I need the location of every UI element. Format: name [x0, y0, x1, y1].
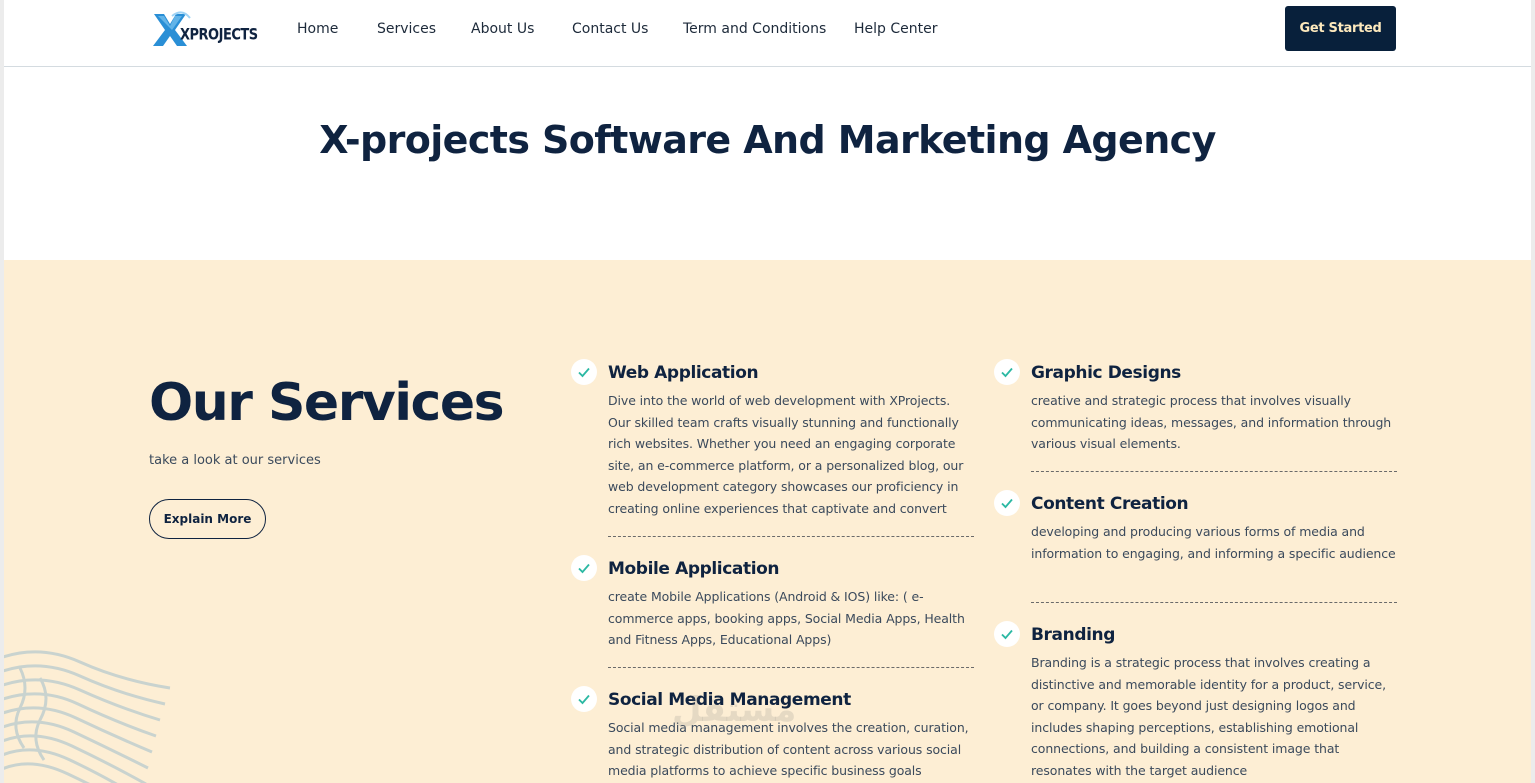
service-item-description: create Mobile Applications (Android & IO…	[608, 589, 965, 648]
services-title: Our Services	[149, 373, 505, 433]
service-item-branding: Branding Branding is a strategic process…	[994, 621, 1397, 782]
service-item-title: Graphic Designs	[1031, 363, 1181, 383]
nav-home[interactable]: Home	[297, 21, 338, 37]
nav-terms[interactable]: Term and Conditions	[683, 21, 826, 37]
nav-help-center[interactable]: Help Center	[854, 21, 938, 37]
nav-contact-us[interactable]: Contact Us	[572, 21, 648, 37]
divider	[1031, 602, 1397, 603]
service-item-social-media-management: Social Media Management Social media man…	[571, 686, 974, 782]
check-icon	[994, 621, 1020, 647]
check-icon	[994, 359, 1020, 385]
service-item-description: Branding is a strategic process that inv…	[1031, 655, 1387, 778]
check-icon	[571, 686, 597, 712]
service-item-title: Web Application	[608, 363, 759, 383]
nav-about-us[interactable]: About Us	[471, 21, 534, 37]
services-subtitle: take a look at our services	[149, 453, 321, 468]
hero-title: X-projects Software And Marketing Agency	[319, 118, 1216, 162]
logo-wordmark: XPROJECTS	[180, 26, 258, 45]
get-started-button[interactable]: Get Started	[1285, 6, 1396, 51]
service-item-title: Mobile Application	[608, 559, 780, 579]
service-item-description: creative and strategic process that invo…	[1031, 393, 1392, 452]
service-item-description: Social media management involves the cre…	[608, 720, 969, 779]
service-item-description: Dive into the world of web development w…	[608, 393, 964, 516]
service-item-content-creation: Content Creation developing and producin…	[994, 490, 1397, 564]
service-item-graphic-designs: Graphic Designs creative and strategic p…	[994, 359, 1397, 455]
wave-pattern-decoration	[4, 650, 171, 783]
service-item-web-application: Web Application Dive into the world of w…	[571, 359, 974, 520]
check-icon	[571, 555, 597, 581]
service-item-title: Social Media Management	[608, 690, 851, 710]
service-item-title: Branding	[1031, 625, 1115, 645]
explain-more-button[interactable]: Explain More	[149, 499, 266, 539]
nav-services[interactable]: Services	[377, 21, 436, 37]
service-item-title: Content Creation	[1031, 494, 1189, 514]
services-section: Our Services take a look at our services…	[4, 260, 1531, 783]
check-icon	[571, 359, 597, 385]
divider	[608, 536, 974, 537]
service-item-mobile-application: Mobile Application create Mobile Applica…	[571, 555, 974, 651]
divider	[608, 667, 974, 668]
service-item-description: developing and producing various forms o…	[1031, 524, 1396, 561]
site-header: XPROJECTS Home Services About Us Contact…	[4, 0, 1531, 67]
divider	[1031, 471, 1397, 472]
check-icon	[994, 490, 1020, 516]
